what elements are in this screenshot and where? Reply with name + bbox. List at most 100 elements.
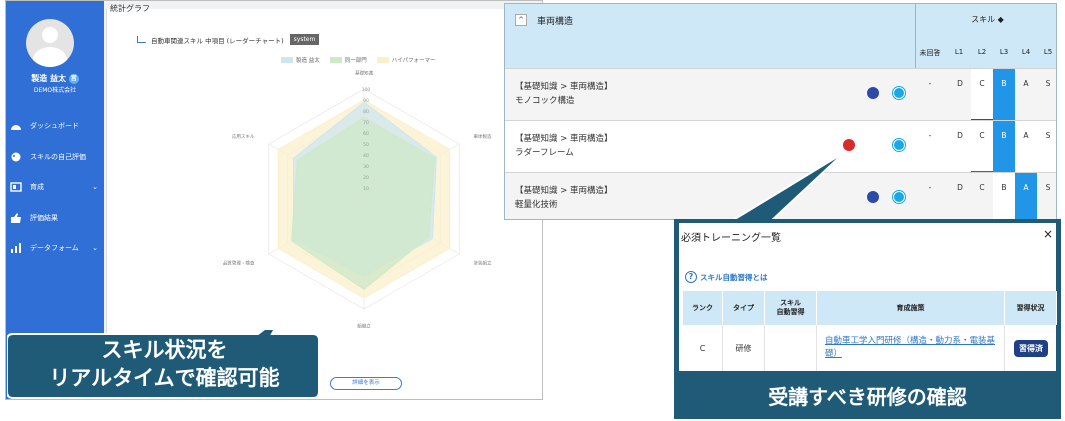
table-row[interactable]: 【基礎知識 > 車両構造】 モノコック構造 - D C B A S <box>505 68 1056 121</box>
level-cell: C <box>971 121 993 173</box>
status-badge: 習得済 <box>1014 339 1048 357</box>
chevron-down-icon[interactable]: ⌄ <box>92 244 98 252</box>
tick-label: 40 <box>363 153 369 159</box>
level-cell: - <box>928 79 932 88</box>
tick-label: 70 <box>363 120 369 126</box>
rank-cell: C <box>683 325 723 371</box>
level-cell: A <box>1023 79 1029 88</box>
sidebar-item-label: ダッシュボード <box>30 122 79 131</box>
level-header: L5 <box>1043 48 1053 56</box>
dialog-title: 必須トレーニング一覧 <box>681 233 781 244</box>
skill-path: 【基礎知識 > 車両構造】 <box>515 134 613 144</box>
level-header: 未回答 <box>919 49 941 57</box>
avatar[interactable] <box>26 19 74 67</box>
sidebar-item-training[interactable]: 育成 ⌄ <box>6 172 104 203</box>
tick-label: 20 <box>363 175 369 181</box>
tick-label: 100 <box>362 87 371 93</box>
axis-label: 塗装組立 <box>474 259 492 266</box>
tick-label: 80 <box>363 109 369 115</box>
sidebar-item-label: 評価結果 <box>30 213 58 222</box>
table-header: ^ 車両構造 スキル ◆ 未回答 L1 L2 L3 L4 L5 <box>505 4 1056 68</box>
sidebar-item-data-form[interactable]: データフォーム ⌄ <box>6 233 104 264</box>
collapse-button[interactable]: ^ <box>515 14 527 26</box>
level-cell: S <box>1045 79 1051 88</box>
column-header: 育成施策 <box>817 291 1005 325</box>
callout-realtime: スキル状況を リアルタイムで確認可能 <box>7 330 329 400</box>
level-cell: A <box>1023 131 1029 140</box>
level-cell: D <box>957 131 963 140</box>
detail-icon[interactable] <box>893 139 905 151</box>
data-icon <box>11 243 21 254</box>
detail-icon[interactable] <box>893 87 905 99</box>
tick-label: 60 <box>363 131 369 137</box>
skill-sort-header[interactable]: スキル ◆ <box>916 14 1056 25</box>
tick-label: 50 <box>363 142 369 148</box>
axis-label: 組織立 <box>357 323 371 330</box>
tick-label: 30 <box>363 164 369 170</box>
level-cell: D <box>957 183 963 192</box>
skill-name: モノコック構造 <box>515 96 575 106</box>
training-flag-icon[interactable] <box>867 191 879 203</box>
company-name: DEMO株式会社 <box>33 87 77 94</box>
tick-label: 90 <box>363 98 369 104</box>
show-details-button[interactable]: 詳細を表示 <box>330 377 402 390</box>
sidebar-menu: ダッシュボード スキルの自己評価 育成 ⌄ 評価結果 データフォーム ⌄ <box>6 111 104 264</box>
level-cell: - <box>928 183 932 192</box>
sidebar-item-self-evaluation[interactable]: スキルの自己評価 <box>6 142 104 173</box>
sidebar-item-label: データフォーム <box>30 244 79 253</box>
panel-caption: 受講すべき研修の確認 <box>768 385 967 409</box>
axis-label: 基礎知識 <box>355 70 373 77</box>
dashboard-icon <box>11 125 21 131</box>
axis-label: 応用スキル <box>232 133 255 140</box>
level-cell: D <box>957 79 963 88</box>
training-panel: 必須トレーニング一覧 × ? スキル自動習得とは ランク タイプ スキル 自動習… <box>674 219 1061 419</box>
tick-label: 10 <box>363 186 369 192</box>
close-icon[interactable]: × <box>1043 227 1053 241</box>
column-header: ランク <box>683 291 723 325</box>
level-header: L1 <box>954 48 964 56</box>
training-table: ランク タイプ スキル 自動習得 育成施策 習得状況 C 研修 自動車工学入門研… <box>683 291 1057 371</box>
level-header: L3 <box>999 48 1009 56</box>
training-flag-icon[interactable] <box>867 87 879 99</box>
sidebar-item-dashboard[interactable]: ダッシュボード <box>6 111 104 142</box>
course-link[interactable]: 自動車工学入門研修（構造・動力系・電装基礎） <box>825 335 1004 361</box>
level-cell: - <box>928 131 932 140</box>
skill-name: 軽量化技術 <box>515 200 558 210</box>
course-cell: 自動車工学入門研修（構造・動力系・電装基礎） <box>817 325 1005 371</box>
level-header: L4 <box>1021 48 1031 56</box>
sidebar-item-evaluation-results[interactable]: 評価結果 <box>6 203 104 234</box>
column-header: タイプ <box>723 291 765 325</box>
thumbs-up-icon <box>11 212 21 223</box>
help-icon: ? <box>685 271 697 283</box>
user-badge: 営 <box>68 73 79 84</box>
status-cell: 習得済 <box>1005 325 1057 371</box>
level-cell: C <box>979 183 985 192</box>
level-cell: B <box>993 173 1015 219</box>
category-title: 車両構造 <box>537 17 574 27</box>
level-cell: C <box>971 69 993 121</box>
level-cell: S <box>1045 131 1051 140</box>
level-cell: S <box>1045 183 1051 192</box>
training-icon <box>10 182 22 192</box>
detail-icon[interactable] <box>893 191 905 203</box>
skill-path: 【基礎知識 > 車両構造】 <box>515 186 613 196</box>
card-title: 統計グラフ <box>110 4 150 13</box>
level-cell-current: B <box>993 69 1015 121</box>
sidebar-item-label: 育成 <box>30 183 44 192</box>
column-header: スキル 自動習得 <box>765 291 817 325</box>
help-link[interactable]: ? スキル自動習得とは <box>685 271 768 283</box>
callout-text: スキル状況を リアルタイムで確認可能 <box>49 338 280 390</box>
column-header: 習得状況 <box>1005 291 1057 325</box>
skill-name: ラダーフレーム <box>515 148 574 158</box>
auto-cell <box>765 325 817 371</box>
axis-label: 品質管理・検査 <box>223 259 255 266</box>
skill-level-header: スキル ◆ 未回答 L1 L2 L3 L4 L5 <box>915 4 1056 68</box>
sidebar-item-label: スキルの自己評価 <box>30 152 86 161</box>
bar-chart-icon <box>137 36 146 43</box>
chevron-down-icon[interactable]: ⌄ <box>92 183 98 191</box>
skill-path: 【基礎知識 > 車両構造】 <box>515 82 613 92</box>
level-cell-current: A <box>1015 173 1037 219</box>
user-name: 製造 益太 営 <box>31 73 79 84</box>
level-header: L2 <box>977 48 987 56</box>
axis-label: 車体製造 <box>474 133 492 140</box>
